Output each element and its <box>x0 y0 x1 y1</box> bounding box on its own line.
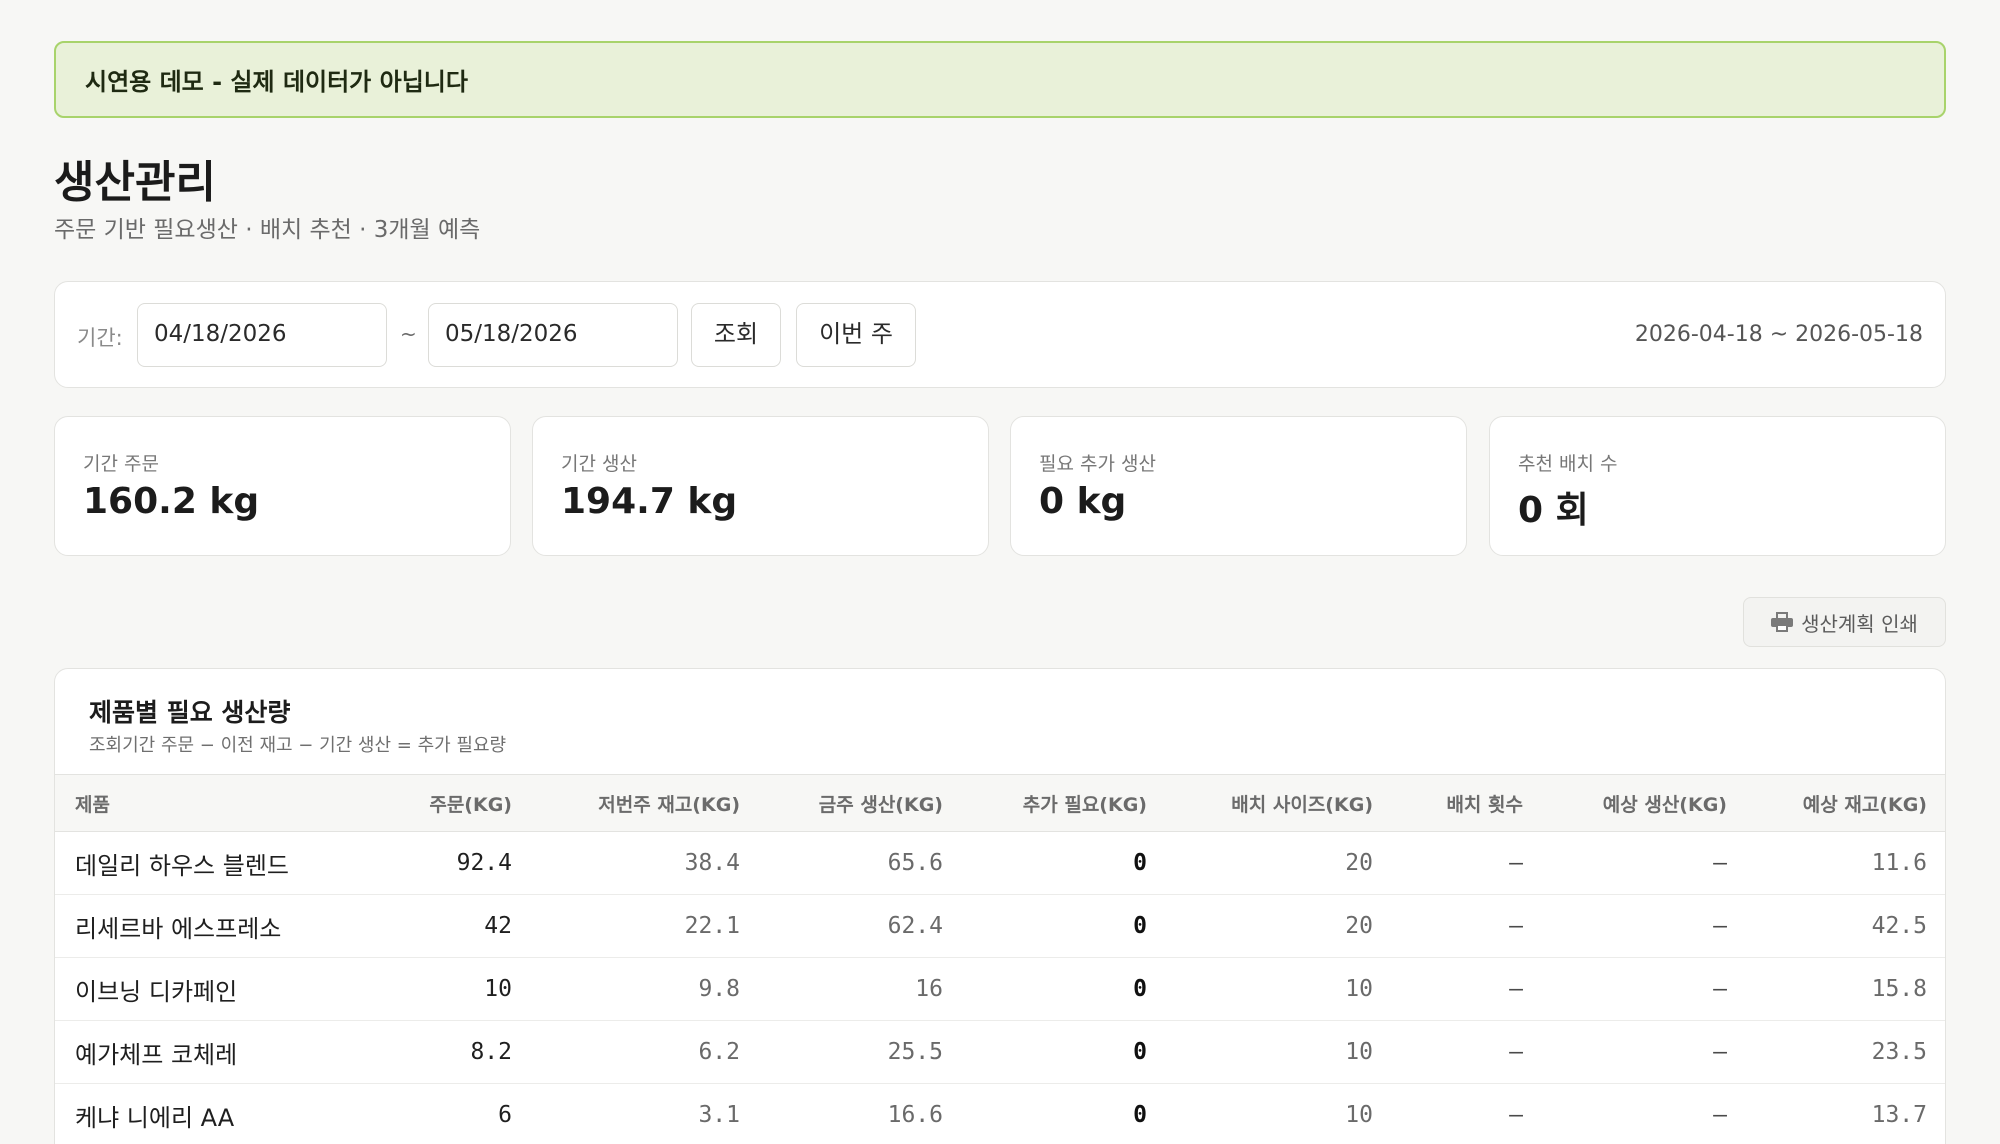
cell-order: 42 <box>355 894 532 958</box>
cell-order: 8.2 <box>355 1020 532 1084</box>
table-title: 제품별 필요 생산량 <box>89 698 291 727</box>
cell-product: 리세르바 에스프레소 <box>55 894 355 958</box>
search-button[interactable]: 조회 <box>691 303 781 367</box>
demo-banner: 시연용 데모 - 실제 데이터가 아닙니다 <box>54 41 1946 118</box>
table-subtitle: 조회기간 주문 − 이전 재고 − 기간 생산 = 추가 필요량 <box>89 735 507 756</box>
cell-production: 25.5 <box>760 1020 963 1084</box>
stat-label: 필요 추가 생산 <box>1039 453 1156 475</box>
cell-additional: 0 <box>963 1020 1167 1084</box>
table-row[interactable]: 케냐 니에리 AA 6 3.1 16.6 0 10 — — 13.7 <box>55 1083 1945 1144</box>
page: 시연용 데모 - 실제 데이터가 아닙니다 생산관리 주문 기반 필요생산 · … <box>0 0 2000 1144</box>
cell-additional: 0 <box>963 894 1167 958</box>
col-header-order[interactable]: 주문(KG) <box>355 774 532 832</box>
stat-value: 0 회 <box>1518 490 1589 531</box>
col-header-batch-count[interactable]: 배치 횟수 <box>1393 774 1543 832</box>
cell-batch-size: 10 <box>1167 1083 1393 1144</box>
cell-batch-size: 20 <box>1167 831 1393 895</box>
cell-additional: 0 <box>963 831 1167 895</box>
stat-label: 추천 배치 수 <box>1518 453 1618 475</box>
cell-expected-production: — <box>1543 957 1747 1021</box>
production-table: 제품 주문(KG) 저번주 재고(KG) 금주 생산(KG) 추가 필요(KG)… <box>55 774 1945 1144</box>
selected-range-display: 2026-04-18 ~ 2026-05-18 <box>1634 322 1923 347</box>
cell-batch-size: 20 <box>1167 894 1393 958</box>
cell-additional: 0 <box>963 1083 1167 1144</box>
cell-prev-stock: 9.8 <box>532 957 760 1021</box>
table-row[interactable]: 리세르바 에스프레소 42 22.1 62.4 0 20 — — 42.5 <box>55 894 1945 958</box>
stat-card-additional-production: 필요 추가 생산 0 kg <box>1010 416 1467 556</box>
page-subtitle: 주문 기반 필요생산 · 배치 추천 · 3개월 예측 <box>54 217 481 243</box>
demo-banner-text: 시연용 데모 - 실제 데이터가 아닙니다 <box>85 68 468 96</box>
cell-batch-count: — <box>1393 1020 1543 1084</box>
col-header-expected-production[interactable]: 예상 생산(KG) <box>1543 774 1747 832</box>
cell-prev-stock: 3.1 <box>532 1083 760 1144</box>
col-header-batch-size[interactable]: 배치 사이즈(KG) <box>1167 774 1393 832</box>
col-header-prev-stock[interactable]: 저번주 재고(KG) <box>532 774 760 832</box>
cell-product: 이브닝 디카페인 <box>55 957 355 1021</box>
cell-production: 16.6 <box>760 1083 963 1144</box>
cell-expected-stock: 13.7 <box>1747 1083 1945 1144</box>
cell-additional: 0 <box>963 957 1167 1021</box>
period-label: 기간: <box>77 326 123 350</box>
stat-value: 194.7 kg <box>561 481 738 522</box>
end-date-input[interactable]: 05/18/2026 <box>428 303 678 367</box>
cell-expected-stock: 11.6 <box>1747 831 1945 895</box>
col-header-expected-stock[interactable]: 예상 재고(KG) <box>1747 774 1945 832</box>
cell-product: 예가체프 코체레 <box>55 1020 355 1084</box>
cell-order: 92.4 <box>355 831 532 895</box>
stat-card-recommended-batches: 추천 배치 수 0 회 <box>1489 416 1946 556</box>
cell-batch-size: 10 <box>1167 957 1393 1021</box>
cell-expected-stock: 42.5 <box>1747 894 1945 958</box>
cell-expected-stock: 15.8 <box>1747 957 1945 1021</box>
table-row[interactable]: 예가체프 코체레 8.2 6.2 25.5 0 10 — — 23.5 <box>55 1020 1945 1084</box>
cell-product: 케냐 니에리 AA <box>55 1083 355 1144</box>
stat-label: 기간 생산 <box>561 453 637 475</box>
cell-batch-count: — <box>1393 957 1543 1021</box>
cell-expected-production: — <box>1543 1083 1747 1144</box>
print-plan-button[interactable]: 생산계획 인쇄 <box>1743 597 1946 647</box>
cell-prev-stock: 6.2 <box>532 1020 760 1084</box>
cell-expected-stock: 23.5 <box>1747 1020 1945 1084</box>
production-table-card: 제품별 필요 생산량 조회기간 주문 − 이전 재고 − 기간 생산 = 추가 … <box>54 668 1946 1144</box>
cell-order: 6 <box>355 1083 532 1144</box>
cell-prev-stock: 38.4 <box>532 831 760 895</box>
cell-production: 65.6 <box>760 831 963 895</box>
cell-order: 10 <box>355 957 532 1021</box>
table-header-row: 제품 주문(KG) 저번주 재고(KG) 금주 생산(KG) 추가 필요(KG)… <box>55 774 1945 832</box>
page-title: 생산관리 <box>54 157 216 208</box>
cell-expected-production: — <box>1543 894 1747 958</box>
stat-card-period-orders: 기간 주문 160.2 kg <box>54 416 511 556</box>
cell-batch-size: 10 <box>1167 1020 1393 1084</box>
printer-icon <box>1771 612 1794 632</box>
cell-expected-production: — <box>1543 831 1747 895</box>
cell-prev-stock: 22.1 <box>532 894 760 958</box>
cell-batch-count: — <box>1393 831 1543 895</box>
cell-batch-count: — <box>1393 1083 1543 1144</box>
stat-label: 기간 주문 <box>83 453 159 475</box>
cell-production: 16 <box>760 957 963 1021</box>
start-date-input[interactable]: 04/18/2026 <box>137 303 387 367</box>
stat-card-period-production: 기간 생산 194.7 kg <box>532 416 989 556</box>
table-row[interactable]: 데일리 하우스 블렌드 92.4 38.4 65.6 0 20 — — 11.6 <box>55 831 1945 895</box>
date-filter-panel: 기간: 04/18/2026 ~ 05/18/2026 조회 이번 주 2026… <box>54 281 1946 388</box>
cell-product: 데일리 하우스 블렌드 <box>55 831 355 895</box>
col-header-production[interactable]: 금주 생산(KG) <box>760 774 963 832</box>
print-plan-label: 생산계획 인쇄 <box>1801 611 1918 636</box>
table-row[interactable]: 이브닝 디카페인 10 9.8 16 0 10 — — 15.8 <box>55 957 1945 1021</box>
cell-batch-count: — <box>1393 894 1543 958</box>
cell-expected-production: — <box>1543 1020 1747 1084</box>
col-header-product[interactable]: 제품 <box>55 774 355 832</box>
date-separator: ~ <box>400 322 417 346</box>
cell-production: 62.4 <box>760 894 963 958</box>
col-header-additional[interactable]: 추가 필요(KG) <box>963 774 1167 832</box>
this-week-button[interactable]: 이번 주 <box>796 303 916 367</box>
stat-value: 160.2 kg <box>83 481 260 522</box>
stat-value: 0 kg <box>1039 481 1127 522</box>
